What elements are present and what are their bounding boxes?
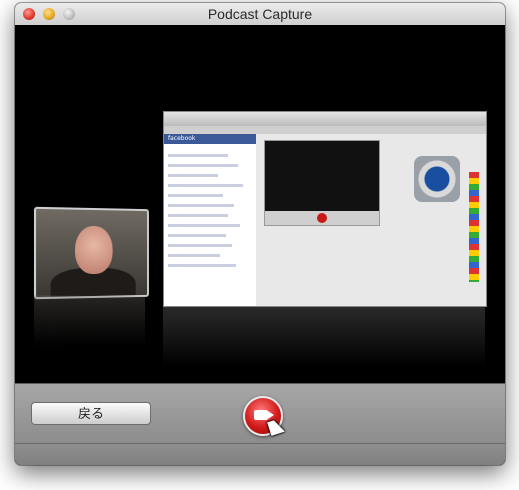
preview-record-dot-icon xyxy=(317,213,327,223)
preview-text-line xyxy=(168,244,232,247)
preview-text-line xyxy=(168,254,220,257)
preview-browser-toolbar xyxy=(164,112,486,126)
preview-facebook-bar: facebook xyxy=(164,134,256,144)
preview-text-line xyxy=(168,164,238,167)
preview-browser-tabs xyxy=(164,126,486,134)
record-video-icon xyxy=(254,410,274,420)
preview-text-line xyxy=(168,264,236,267)
control-bar: 戻る xyxy=(15,383,505,444)
preview-dock-icon xyxy=(469,172,479,282)
preview-app-icon xyxy=(414,156,460,202)
preview-nested-window xyxy=(264,140,380,226)
preview-text-line xyxy=(168,224,240,227)
webcam-person-head xyxy=(75,225,113,275)
capture-preview-stage: facebook xyxy=(15,25,505,383)
title-bar: Podcast Capture xyxy=(15,3,505,26)
window-footer xyxy=(15,443,505,465)
preview-facebook-label: facebook xyxy=(168,135,196,142)
preview-facebook-panel: facebook xyxy=(164,134,256,306)
screen-capture-preview[interactable]: facebook xyxy=(163,111,487,307)
preview-text-line xyxy=(168,184,243,187)
preview-text-line xyxy=(168,214,228,217)
preview-text-line xyxy=(168,174,218,177)
preview-text-line xyxy=(168,154,228,157)
webcam-preview[interactable] xyxy=(33,206,149,300)
podcast-capture-window: Podcast Capture facebook 戻る xyxy=(15,3,505,465)
preview-text-line xyxy=(168,234,226,237)
webcam-reflection xyxy=(34,295,146,347)
window-title: Podcast Capture xyxy=(207,6,313,22)
preview-text-line xyxy=(168,204,234,207)
preview-reflection xyxy=(163,307,485,367)
back-button[interactable]: 戻る xyxy=(31,402,151,425)
preview-text-line xyxy=(168,194,223,197)
